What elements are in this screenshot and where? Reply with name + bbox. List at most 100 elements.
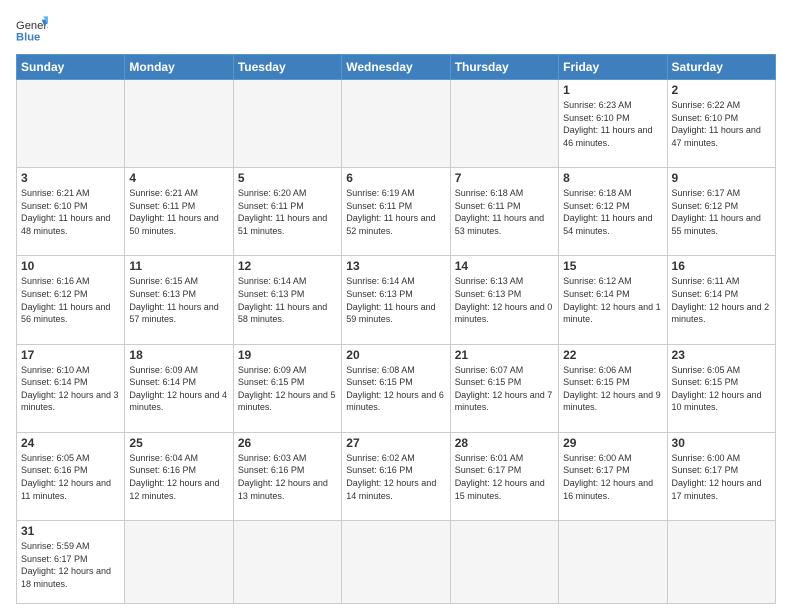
day-number: 15 [563,259,662,273]
day-info: Sunrise: 5:59 AMSunset: 6:17 PMDaylight:… [21,540,120,590]
calendar-cell [233,80,341,168]
calendar-cell: 8 Sunrise: 6:18 AMSunset: 6:12 PMDaylight… [559,168,667,256]
day-info: Sunrise: 6:03 AMSunset: 6:16 PMDaylight:… [238,452,337,502]
day-info: Sunrise: 6:22 AMSunset: 6:10 PMDaylight:… [672,99,771,149]
day-number: 30 [672,436,771,450]
calendar-cell [233,521,341,604]
calendar-cell: 19 Sunrise: 6:09 AMSunset: 6:15 PMDayligh… [233,344,341,432]
calendar-cell: 27 Sunrise: 6:02 AMSunset: 6:16 PMDayligh… [342,432,450,520]
day-number: 12 [238,259,337,273]
day-number: 13 [346,259,445,273]
day-number: 11 [129,259,228,273]
weekday-header: Thursday [450,55,558,80]
calendar-cell [342,521,450,604]
day-number: 27 [346,436,445,450]
calendar-cell: 26 Sunrise: 6:03 AMSunset: 6:16 PMDayligh… [233,432,341,520]
day-info: Sunrise: 6:11 AMSunset: 6:14 PMDaylight:… [672,275,771,325]
day-number: 20 [346,348,445,362]
svg-text:Blue: Blue [16,31,40,43]
calendar-cell: 18 Sunrise: 6:09 AMSunset: 6:14 PMDayligh… [125,344,233,432]
day-info: Sunrise: 6:15 AMSunset: 6:13 PMDaylight:… [129,275,228,325]
day-number: 8 [563,171,662,185]
day-info: Sunrise: 6:19 AMSunset: 6:11 PMDaylight:… [346,187,445,237]
weekday-header: Tuesday [233,55,341,80]
day-number: 14 [455,259,554,273]
day-number: 21 [455,348,554,362]
day-info: Sunrise: 6:09 AMSunset: 6:15 PMDaylight:… [238,364,337,414]
day-info: Sunrise: 6:04 AMSunset: 6:16 PMDaylight:… [129,452,228,502]
calendar-cell: 20Sunrise: 6:08 AMSunset: 6:15 PMDayligh… [342,344,450,432]
day-info: Sunrise: 6:12 AMSunset: 6:14 PMDaylight:… [563,275,662,325]
day-number: 2 [672,83,771,97]
day-info: Sunrise: 6:20 AMSunset: 6:11 PMDaylight:… [238,187,337,237]
calendar-cell [559,521,667,604]
calendar-cell: 24Sunrise: 6:05 AMSunset: 6:16 PMDayligh… [17,432,125,520]
calendar-cell: 23 Sunrise: 6:05 AMSunset: 6:15 PMDayligh… [667,344,775,432]
calendar-cell [125,80,233,168]
day-info: Sunrise: 6:23 AMSunset: 6:10 PMDaylight:… [563,99,662,149]
calendar-table: SundayMondayTuesdayWednesdayThursdayFrid… [16,54,776,604]
day-number: 18 [129,348,228,362]
day-info: Sunrise: 6:00 AMSunset: 6:17 PMDaylight:… [672,452,771,502]
day-number: 19 [238,348,337,362]
day-number: 10 [21,259,120,273]
calendar-cell: 29Sunrise: 6:00 AMSunset: 6:17 PMDayligh… [559,432,667,520]
day-info: Sunrise: 6:21 AMSunset: 6:10 PMDaylight:… [21,187,120,237]
day-number: 6 [346,171,445,185]
calendar-cell: 21 Sunrise: 6:07 AMSunset: 6:15 PMDayligh… [450,344,558,432]
generalblue-logo-icon: General Blue [16,16,48,44]
day-number: 1 [563,83,662,97]
day-info: Sunrise: 6:16 AMSunset: 6:12 PMDaylight:… [21,275,120,325]
calendar-cell [17,80,125,168]
calendar-cell: 13 Sunrise: 6:14 AMSunset: 6:13 PMDayligh… [342,256,450,344]
day-number: 22 [563,348,662,362]
calendar-cell [342,80,450,168]
calendar-cell [125,521,233,604]
day-info: Sunrise: 6:02 AMSunset: 6:16 PMDaylight:… [346,452,445,502]
day-info: Sunrise: 6:17 AMSunset: 6:12 PMDaylight:… [672,187,771,237]
day-number: 26 [238,436,337,450]
calendar-cell: 14 Sunrise: 6:13 AMSunset: 6:13 PMDayligh… [450,256,558,344]
calendar-cell: 10 Sunrise: 6:16 AMSunset: 6:12 PMDayligh… [17,256,125,344]
logo: General Blue [16,16,48,44]
calendar-cell: 25 Sunrise: 6:04 AMSunset: 6:16 PMDayligh… [125,432,233,520]
day-info: Sunrise: 6:18 AMSunset: 6:11 PMDaylight:… [455,187,554,237]
day-info: Sunrise: 6:14 AMSunset: 6:13 PMDaylight:… [346,275,445,325]
calendar-cell: 1 Sunrise: 6:23 AMSunset: 6:10 PMDaylight… [559,80,667,168]
day-number: 23 [672,348,771,362]
calendar-cell: 6 Sunrise: 6:19 AMSunset: 6:11 PMDaylight… [342,168,450,256]
day-number: 31 [21,524,120,538]
day-number: 17 [21,348,120,362]
weekday-header: Monday [125,55,233,80]
calendar-cell: 17Sunrise: 6:10 AMSunset: 6:14 PMDayligh… [17,344,125,432]
calendar-cell [667,521,775,604]
day-info: Sunrise: 6:21 AMSunset: 6:11 PMDaylight:… [129,187,228,237]
day-info: Sunrise: 6:06 AMSunset: 6:15 PMDaylight:… [563,364,662,414]
day-info: Sunrise: 6:05 AMSunset: 6:15 PMDaylight:… [672,364,771,414]
day-info: Sunrise: 6:09 AMSunset: 6:14 PMDaylight:… [129,364,228,414]
calendar-cell: 28Sunrise: 6:01 AMSunset: 6:17 PMDayligh… [450,432,558,520]
calendar-cell: 31 Sunrise: 5:59 AMSunset: 6:17 PMDayligh… [17,521,125,604]
header: General Blue [16,16,776,44]
calendar-cell: 15 Sunrise: 6:12 AMSunset: 6:14 PMDayligh… [559,256,667,344]
day-number: 4 [129,171,228,185]
weekday-header: Sunday [17,55,125,80]
day-info: Sunrise: 6:14 AMSunset: 6:13 PMDaylight:… [238,275,337,325]
day-number: 25 [129,436,228,450]
day-number: 7 [455,171,554,185]
day-info: Sunrise: 6:18 AMSunset: 6:12 PMDaylight:… [563,187,662,237]
day-number: 5 [238,171,337,185]
day-number: 16 [672,259,771,273]
weekday-header: Wednesday [342,55,450,80]
day-number: 29 [563,436,662,450]
day-info: Sunrise: 6:07 AMSunset: 6:15 PMDaylight:… [455,364,554,414]
calendar-cell: 11 Sunrise: 6:15 AMSunset: 6:13 PMDayligh… [125,256,233,344]
calendar-cell: 9Sunrise: 6:17 AMSunset: 6:12 PMDaylight… [667,168,775,256]
calendar-cell: 3Sunrise: 6:21 AMSunset: 6:10 PMDaylight… [17,168,125,256]
weekday-header: Friday [559,55,667,80]
day-info: Sunrise: 6:13 AMSunset: 6:13 PMDaylight:… [455,275,554,325]
calendar-cell: 12 Sunrise: 6:14 AMSunset: 6:13 PMDayligh… [233,256,341,344]
day-number: 28 [455,436,554,450]
day-info: Sunrise: 6:05 AMSunset: 6:16 PMDaylight:… [21,452,120,502]
calendar-cell: 2 Sunrise: 6:22 AMSunset: 6:10 PMDaylight… [667,80,775,168]
